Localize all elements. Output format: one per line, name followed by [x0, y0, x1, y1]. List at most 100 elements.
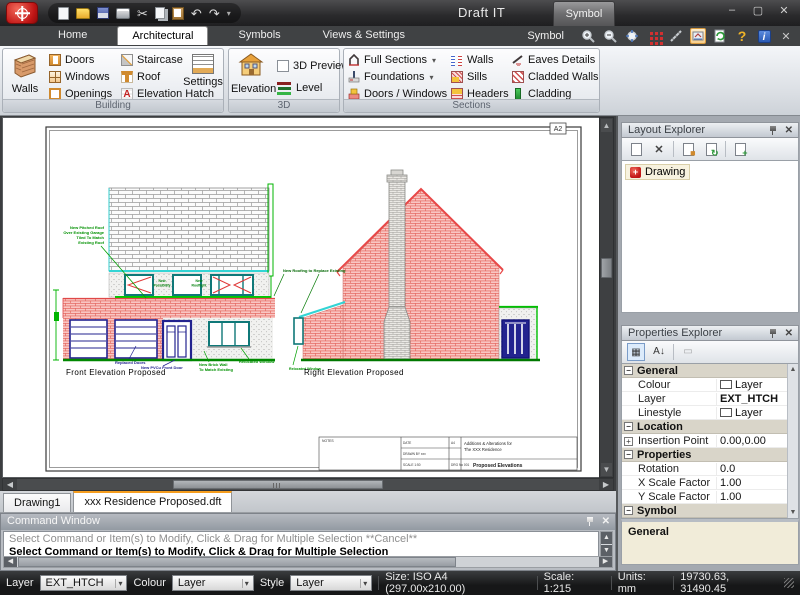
pin-icon[interactable] [769, 126, 777, 135]
help-icon[interactable]: ? [734, 28, 750, 44]
drawing-canvas[interactable]: A2 New Possibility New Roof [2, 117, 599, 478]
tab-symbols[interactable]: Symbols [226, 26, 292, 45]
walls-section-button[interactable]: Walls [451, 52, 493, 68]
close-panel-icon[interactable]: ✕ [785, 125, 793, 136]
scroll-up-icon[interactable]: ▲ [601, 119, 612, 132]
vertical-scroll-thumb[interactable] [601, 258, 612, 278]
measure-icon[interactable] [668, 28, 684, 44]
level-button[interactable]: Level [277, 80, 322, 96]
refresh-icon[interactable] [712, 28, 728, 44]
full-sections-button[interactable]: Full Sections▾ [348, 52, 436, 68]
scroll-up-icon[interactable]: ▲ [601, 532, 612, 544]
snap-grid-icon[interactable] [646, 28, 662, 44]
sills-button[interactable]: Sills [451, 69, 487, 85]
windows-button[interactable]: Windows [49, 69, 110, 85]
canvas-horizontal-scrollbar[interactable]: ◀ ▶ [2, 478, 614, 491]
property-row-insertion-point[interactable]: +Insertion Point0.00,0.00 [622, 434, 787, 448]
tab-home[interactable]: Home [46, 26, 99, 45]
sketch-mode-icon[interactable] [690, 28, 706, 44]
close-button[interactable]: ✕ [776, 4, 792, 17]
svg-text:Existing Roof: Existing Roof [78, 240, 104, 245]
property-description: General [621, 519, 799, 565]
horizontal-scroll-thumb[interactable] [173, 480, 383, 489]
svg-text:New: New [159, 279, 166, 283]
delete-layout-icon[interactable]: ✕ [650, 140, 668, 158]
tab-architectural[interactable]: Architectural [117, 26, 208, 45]
app-menu-button[interactable] [6, 2, 38, 24]
coordinates-readout: 19730.63, 31490.45 [680, 571, 778, 595]
doc-tab-drawing1[interactable]: Drawing1 [3, 493, 71, 512]
quick-access-toolbar: ✂ ↶ ↷ ▾ [48, 3, 241, 23]
info-icon[interactable]: i [756, 28, 772, 44]
minimize-button[interactable]: – [724, 4, 740, 17]
pin-icon[interactable] [769, 329, 777, 338]
scroll-down-icon[interactable]: ▼ [601, 463, 612, 476]
elevation-button[interactable]: Elevation [231, 52, 271, 98]
doors-button[interactable]: Doors [49, 52, 94, 68]
layer-dropdown[interactable]: EXT_HTCH▾ [40, 575, 128, 591]
close-panel-icon[interactable]: ✕ [778, 28, 794, 44]
layout-refresh-icon[interactable]: ↻ [702, 140, 720, 158]
paste-icon[interactable] [172, 7, 184, 20]
foundations-button[interactable]: Foundations▾ [348, 69, 434, 85]
property-row-linestyle[interactable]: LinestyleLayer [622, 406, 787, 420]
resize-grip[interactable] [784, 578, 794, 588]
3d-preview-checkbox[interactable]: 3D Preview [277, 58, 349, 74]
undo-icon[interactable]: ↶ [191, 7, 202, 20]
property-row-y-scale-factor[interactable]: Y Scale Factor1.00 [622, 490, 787, 504]
pin-icon[interactable] [586, 517, 594, 526]
layout-tree: + Drawing [621, 161, 799, 313]
property-row-rotation[interactable]: Rotation0.0 [622, 462, 787, 476]
scroll-left-icon[interactable]: ◀ [4, 557, 17, 567]
settings-button[interactable]: Settings [183, 52, 223, 98]
maximize-button[interactable]: ▢ [750, 4, 766, 17]
property-row-colour[interactable]: ColourLayer [622, 378, 787, 392]
layout-item-drawing[interactable]: + Drawing [625, 164, 690, 180]
close-command-icon[interactable]: ✕ [602, 516, 610, 527]
zoom-extents-icon[interactable] [624, 28, 640, 44]
eaves-details-button[interactable]: Eaves Details [512, 52, 595, 68]
save-icon[interactable] [97, 7, 109, 19]
property-category-symbol[interactable]: −Symbol [622, 504, 787, 518]
walls-button[interactable]: Walls [5, 52, 45, 98]
redo-icon[interactable]: ↷ [209, 7, 220, 20]
property-pages-icon[interactable]: ▭ [679, 343, 697, 361]
close-panel-icon[interactable]: ✕ [785, 328, 793, 339]
copy-icon[interactable] [155, 7, 165, 19]
contextual-group-header[interactable]: Symbol [553, 1, 615, 26]
property-category-general[interactable]: −General [622, 364, 787, 378]
scroll-left-icon[interactable]: ◀ [3, 479, 17, 490]
layout-add-icon[interactable]: + [731, 140, 749, 158]
command-horizontal-scrollbar[interactable]: ◀ ▶ [3, 556, 613, 568]
scroll-right-icon[interactable]: ▶ [599, 479, 613, 490]
new-layout-icon[interactable] [627, 140, 645, 158]
zoom-out-icon[interactable] [602, 28, 618, 44]
cladded-walls-button[interactable]: Cladded Walls [512, 69, 599, 85]
property-row-x-scale-factor[interactable]: X Scale Factor1.00 [622, 476, 787, 490]
property-row-layer[interactable]: LayerEXT_HTCH [622, 392, 787, 406]
command-history[interactable]: Select Command or Item(s) to Modify, Cli… [3, 531, 599, 558]
tab-symbol-contextual[interactable]: Symbol [527, 30, 564, 42]
cut-icon[interactable]: ✂ [137, 7, 148, 20]
scroll-thumb[interactable] [18, 557, 456, 567]
roof-button[interactable]: Roof [121, 69, 160, 85]
zoom-in-icon[interactable] [580, 28, 596, 44]
doc-tab-residence[interactable]: xxx Residence Proposed.dft [73, 491, 232, 512]
open-icon[interactable] [76, 8, 90, 19]
property-category-properties[interactable]: −Properties [622, 448, 787, 462]
scroll-right-icon[interactable]: ▶ [599, 557, 612, 567]
staircase-button[interactable]: Staircase [121, 52, 183, 68]
property-category-location[interactable]: −Location [622, 420, 787, 434]
style-dropdown[interactable]: Layer▾ [290, 575, 372, 591]
categorized-view-icon[interactable]: ▦ [627, 343, 645, 361]
command-vertical-scrollbar[interactable]: ▲▼ [600, 531, 613, 558]
new-icon[interactable] [58, 7, 69, 20]
colour-dropdown[interactable]: Layer▾ [172, 575, 254, 591]
qat-customize-icon[interactable]: ▾ [227, 7, 231, 20]
canvas-vertical-scrollbar[interactable]: ▲ ▼ [599, 117, 614, 478]
print-icon[interactable] [116, 8, 130, 19]
layout-lock-icon[interactable]: ■ [679, 140, 697, 158]
sort-az-icon[interactable]: A↓ [650, 343, 668, 361]
properties-scrollbar[interactable]: ▲▼ [787, 364, 798, 518]
tab-views-settings[interactable]: Views & Settings [311, 26, 417, 45]
